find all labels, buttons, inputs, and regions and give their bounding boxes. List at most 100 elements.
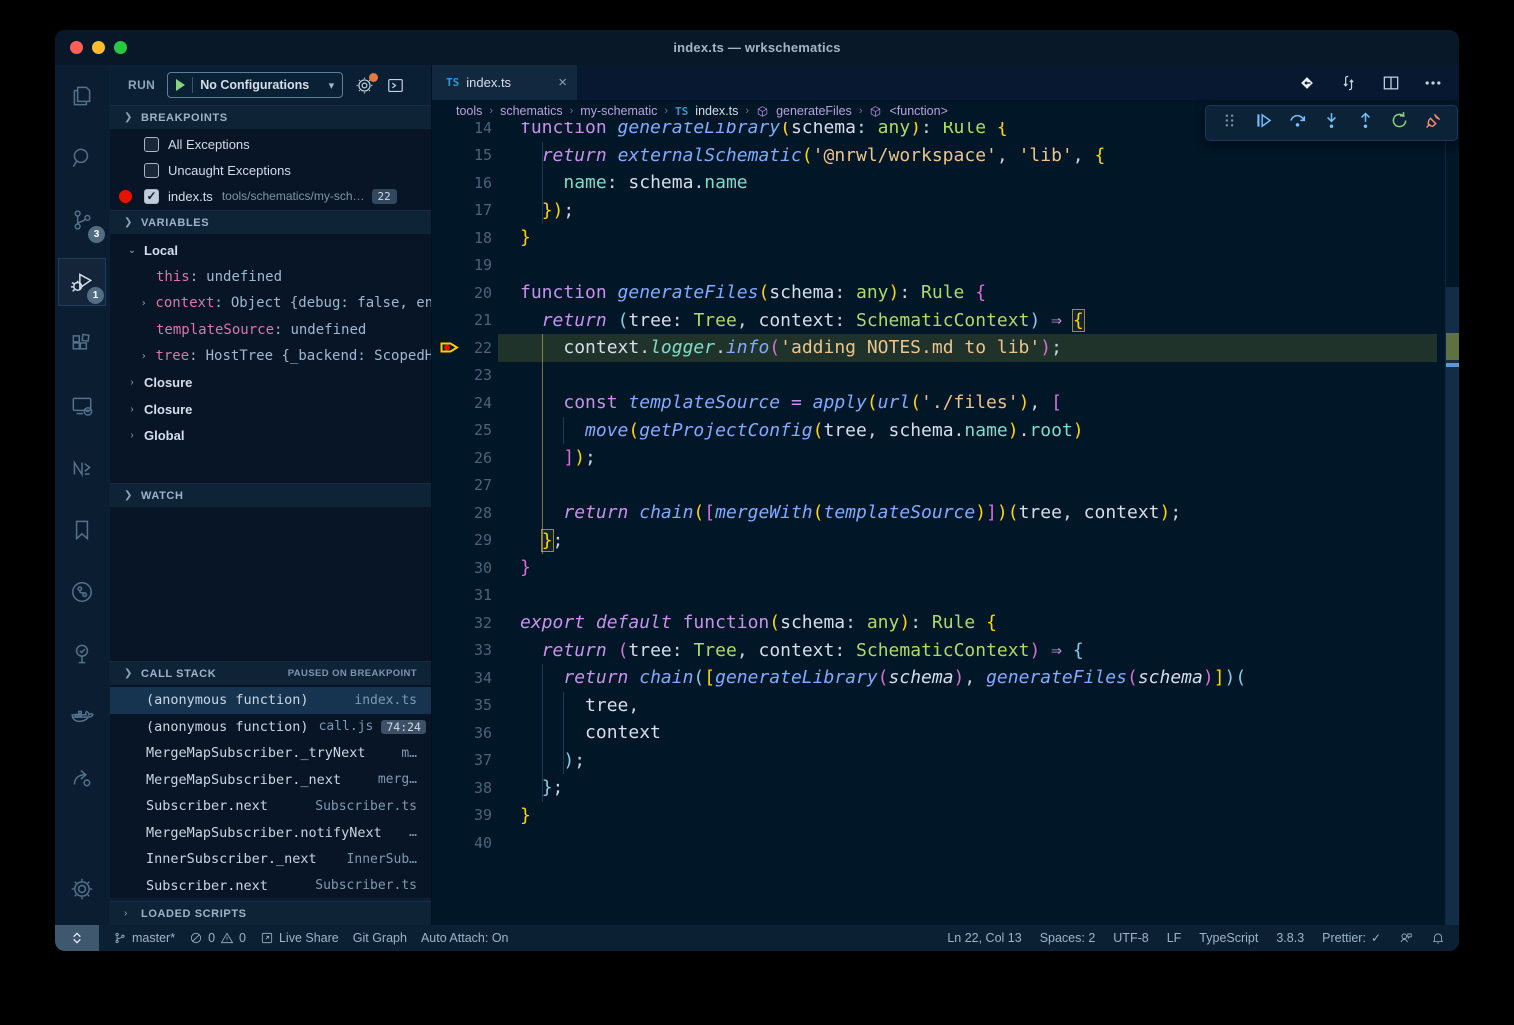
docker-icon[interactable] [58, 692, 106, 740]
code-line-15[interactable]: 15 return externalSchematic('@nrwl/works… [432, 142, 1459, 170]
line-number[interactable]: 26 [432, 449, 492, 467]
step-into-icon[interactable] [1321, 110, 1342, 136]
git-graph-status[interactable]: Git Graph [353, 931, 407, 945]
prettier-status[interactable]: Prettier: ✓ [1322, 931, 1381, 945]
code-line-35[interactable]: 35 tree, [432, 692, 1459, 720]
code-text[interactable]: return (tree: Tree, context: SchematicCo… [492, 310, 1084, 331]
code-text[interactable]: tree, [492, 695, 639, 716]
line-number[interactable]: 19 [432, 256, 492, 274]
line-number[interactable]: 38 [432, 779, 492, 797]
typescript-version-status[interactable]: 3.8.3 [1276, 931, 1304, 945]
disconnect-icon[interactable] [1423, 110, 1444, 136]
code-line-28[interactable]: 28 return chain([mergeWith(templateSourc… [432, 499, 1459, 527]
close-window-button[interactable] [70, 41, 83, 54]
split-editor-icon[interactable] [1381, 73, 1401, 93]
debug-console-icon[interactable] [386, 76, 405, 95]
vertical-scrollbar[interactable] [1445, 122, 1459, 925]
code-line-20[interactable]: 20function generateFiles(schema: any): R… [432, 279, 1459, 307]
breadcrumb-folder[interactable]: tools [456, 104, 482, 118]
code-line-30[interactable]: 30} [432, 554, 1459, 582]
code-text[interactable]: } [492, 557, 531, 578]
code-text[interactable]: const templateSource = apply(url('./file… [492, 392, 1062, 413]
cursor-position-status[interactable]: Ln 22, Col 13 [947, 931, 1021, 945]
line-number[interactable]: 20 [432, 284, 492, 302]
share-icon[interactable] [58, 754, 106, 802]
code-line-36[interactable]: 36 context [432, 719, 1459, 747]
line-number[interactable]: 32 [432, 614, 492, 632]
code-text[interactable]: move(getProjectConfig(tree, schema.name)… [492, 420, 1084, 441]
code-line-19[interactable]: 19 [432, 252, 1459, 280]
watch-section-header[interactable]: ❯ WATCH [110, 483, 431, 507]
run-and-debug-icon[interactable]: 1 [58, 258, 106, 306]
line-number[interactable]: 16 [432, 174, 492, 192]
start-debug-icon[interactable] [176, 79, 185, 91]
language-mode-status[interactable]: TypeScript [1199, 931, 1258, 945]
code-text[interactable]: }; [492, 530, 563, 551]
code-text[interactable]: return chain([generateLibrary(schema), g… [492, 667, 1246, 688]
explorer-icon[interactable] [58, 72, 106, 120]
call-stack-frame[interactable]: MergeMapSubscriber._tryNextm… [110, 740, 431, 767]
code-line-22[interactable]: 22 context.logger.info('adding NOTES.md … [432, 334, 1459, 362]
call-stack-frame[interactable]: Subscriber.nextSubscriber.ts [110, 873, 431, 900]
variable-row[interactable]: ›Closure [110, 396, 431, 423]
code-text[interactable]: ]); [492, 447, 596, 468]
variables-section-header[interactable]: ❯ VARIABLES [110, 210, 431, 234]
loaded-scripts-section-header[interactable]: › LOADED SCRIPTS [110, 901, 431, 925]
line-number[interactable]: 39 [432, 806, 492, 824]
code-line-26[interactable]: 26 ]); [432, 444, 1459, 472]
call-stack-frame[interactable]: Subscriber.nextSubscriber.ts [110, 793, 431, 820]
code-text[interactable]: ); [492, 750, 585, 771]
line-number[interactable]: 33 [432, 641, 492, 659]
breakpoint-row[interactable]: ✓index.tstools/schematics/my-sch…22 [110, 183, 431, 209]
code-line-33[interactable]: 33 return (tree: Tree, context: Schemati… [432, 637, 1459, 665]
line-number[interactable]: 21 [432, 311, 492, 329]
code-text[interactable]: context.logger.info('adding NOTES.md to … [492, 337, 1062, 358]
code-line-17[interactable]: 17 }); [432, 197, 1459, 225]
line-number[interactable]: 40 [432, 834, 492, 852]
toolbar-drag-grip[interactable] [1219, 110, 1240, 136]
line-number[interactable]: 29 [432, 531, 492, 549]
line-number[interactable]: 27 [432, 476, 492, 494]
open-changes-icon[interactable] [1297, 73, 1317, 93]
line-number[interactable]: 24 [432, 394, 492, 412]
code-text[interactable]: return chain([mergeWith(templateSource)]… [492, 502, 1181, 523]
more-actions-icon[interactable] [1423, 73, 1443, 93]
continue-icon[interactable] [1253, 110, 1274, 136]
settings-gear-icon[interactable] [58, 865, 106, 913]
code-text[interactable]: name: schema.name [492, 172, 748, 193]
variable-row[interactable]: ›Global [110, 423, 431, 450]
launch-config-dropdown[interactable]: No Configurations ▾ [167, 72, 343, 98]
code-line-29[interactable]: 29 }; [432, 527, 1459, 555]
breadcrumb-symbol[interactable]: generateFiles [776, 104, 852, 118]
code-line-27[interactable]: 27 [432, 472, 1459, 500]
search-icon[interactable] [58, 134, 106, 182]
problems-status[interactable]: 0 0 [189, 931, 246, 945]
auto-attach-status[interactable]: Auto Attach: On [421, 931, 509, 945]
call-stack-frame[interactable]: InnerSubscriber._nextInnerSub… [110, 846, 431, 873]
code-line-38[interactable]: 38 }; [432, 774, 1459, 802]
scrollbar-slider[interactable] [1446, 287, 1459, 925]
variable-row[interactable]: ›context:Object {debug: false, en… [110, 290, 431, 317]
breakpoint-checkbox[interactable] [144, 163, 159, 178]
code-text[interactable]: function generateFiles(schema: any): Rul… [492, 282, 986, 303]
code-text[interactable]: context [492, 722, 661, 743]
code-line-39[interactable]: 39} [432, 802, 1459, 830]
code-text[interactable]: export default function(schema: any): Ru… [492, 612, 997, 633]
line-number[interactable]: 37 [432, 751, 492, 769]
code-text[interactable]: } [492, 805, 531, 826]
variable-row[interactable]: templateSource:undefined [110, 317, 431, 344]
code-text[interactable]: }; [492, 777, 563, 798]
line-number[interactable]: 36 [432, 724, 492, 742]
git-branch-status[interactable]: master* [113, 931, 175, 945]
line-number[interactable]: 18 [432, 229, 492, 247]
step-out-icon[interactable] [1355, 110, 1376, 136]
code-line-24[interactable]: 24 const templateSource = apply(url('./f… [432, 389, 1459, 417]
minimize-window-button[interactable] [92, 41, 105, 54]
variable-row[interactable]: ›Closure [110, 370, 431, 397]
code-text[interactable]: } [492, 227, 531, 248]
nx-console-icon[interactable] [58, 444, 106, 492]
code-line-34[interactable]: 34 return chain([generateLibrary(schema)… [432, 664, 1459, 692]
code-line-40[interactable]: 40 [432, 829, 1459, 857]
breakpoint-row[interactable]: Uncaught Exceptions [110, 157, 431, 183]
breakpoint-checkbox[interactable] [144, 137, 159, 152]
